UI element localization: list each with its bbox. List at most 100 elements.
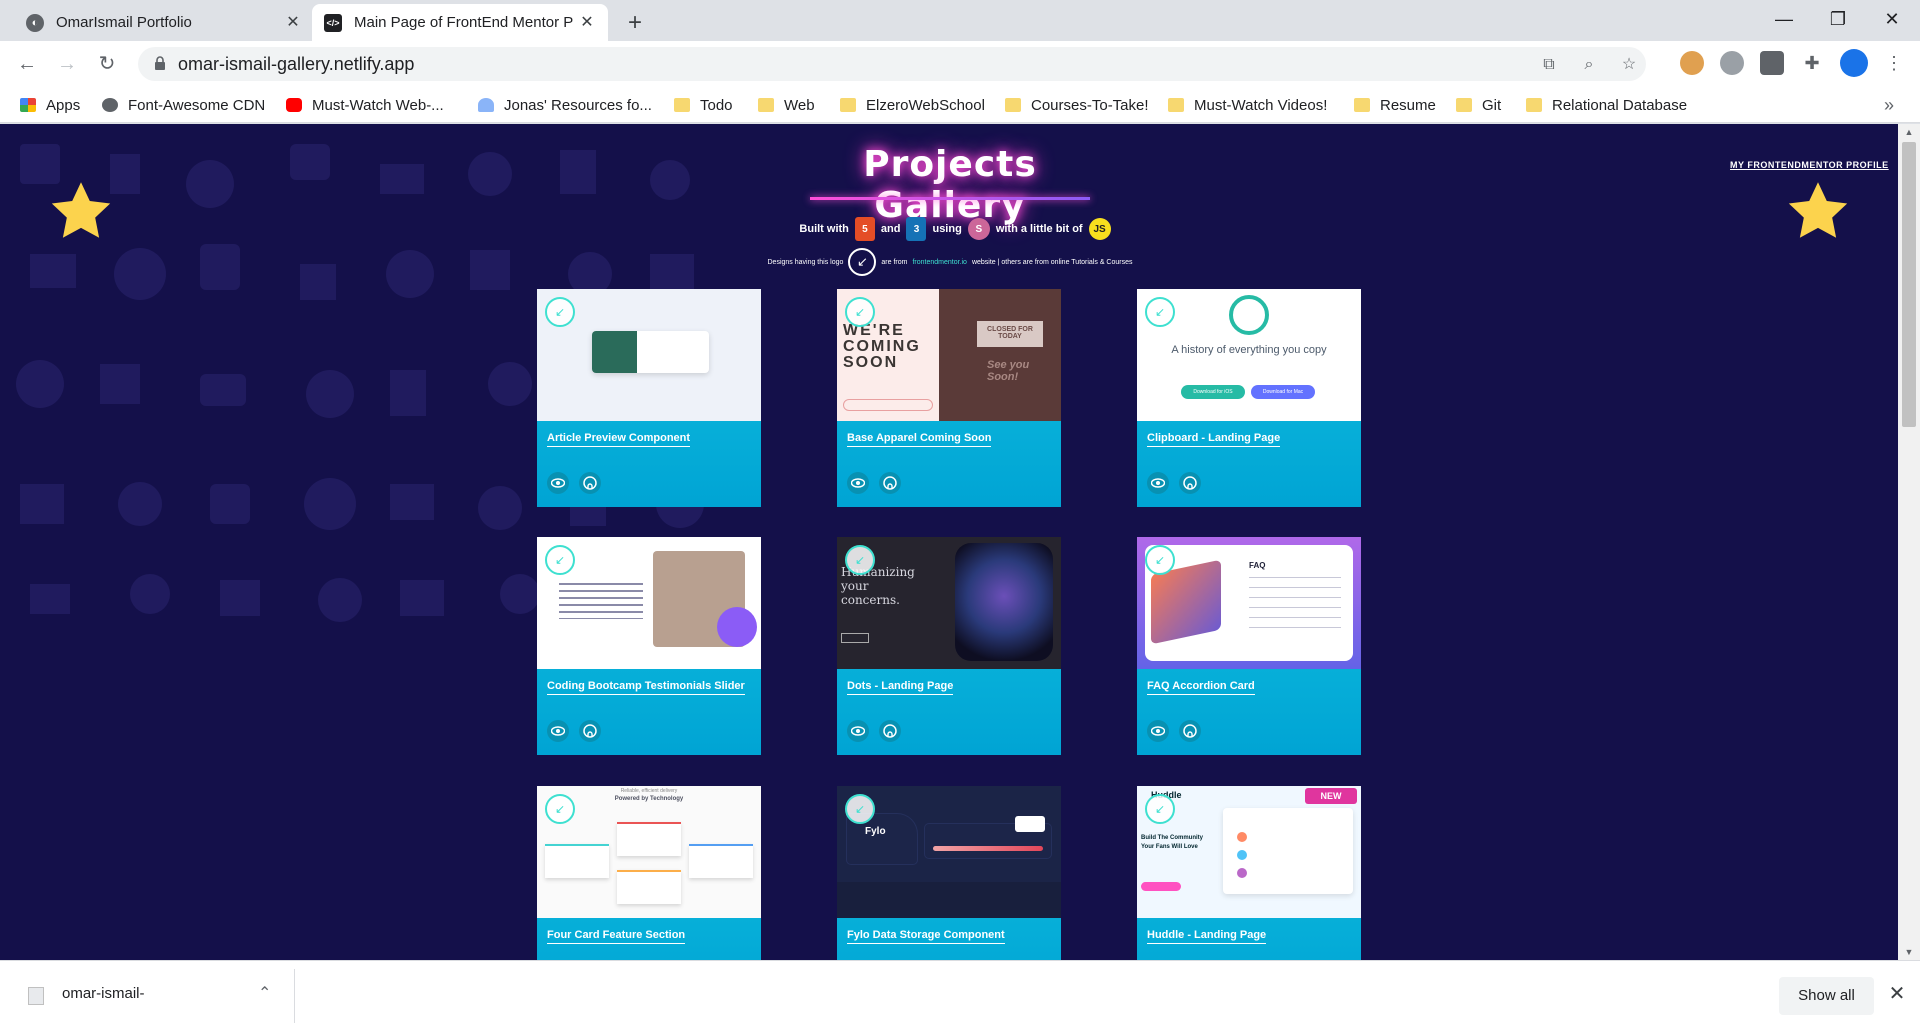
bookmark-relational-db[interactable]: Relational Database [1526,87,1687,123]
bookmark-web[interactable]: Web [758,87,815,123]
scroll-up-arrow-icon[interactable]: ▲ [1898,124,1920,140]
note-text: are from [881,258,908,266]
bookmark-label: Git [1482,96,1502,114]
page-title: Projects Gallery [863,144,1037,226]
vertical-scrollbar[interactable]: ▲ ▼ [1898,124,1920,960]
reload-button[interactable]: ↻ [92,49,122,79]
project-thumbnail[interactable]: Huddle Build The Community Your Fans Wil… [1137,786,1361,918]
scrollbar-thumb[interactable] [1902,142,1916,427]
project-title[interactable]: FAQ Accordion Card [1147,680,1255,695]
project-thumbnail[interactable]: FAQ ↙ [1137,537,1361,669]
project-title[interactable]: Huddle - Landing Page [1147,929,1267,944]
minimize-button[interactable]: — [1757,0,1811,41]
close-window-button[interactable]: ✕ [1865,0,1919,41]
frontendmentor-logo-icon: ↙ [1145,297,1175,327]
dots-button-mock [841,633,869,643]
github-icon[interactable] [579,472,601,494]
bookmark-jonas[interactable]: Jonas' Resources fo... [478,87,652,123]
cookie-extension-icon[interactable] [1680,51,1704,75]
project-title[interactable]: Coding Bootcamp Testimonials Slider [547,680,745,695]
project-card[interactable]: Huddle Build The Community Your Fans Wil… [1137,786,1361,960]
huddle-heading: Build The Community Your Fans Will Love [1141,835,1203,850]
close-tab-icon[interactable]: ✕ [578,14,596,32]
project-card[interactable]: ↙ Coding Bootcamp Testimonials Slider [537,537,761,755]
menu-kebab-icon[interactable]: ⋮ [1882,51,1906,75]
project-thumbnail[interactable]: A history of everything you copy Downloa… [1137,289,1361,421]
fylo-badge [1015,816,1045,832]
bookmarks-overflow-button[interactable]: » [1884,87,1894,123]
close-icon[interactable]: ✕ [1884,979,1910,1009]
frontendmentor-profile-link[interactable]: MY FRONTENDMENTOR PROFILE [1730,160,1889,170]
back-button[interactable]: ← [12,49,42,79]
article-image-mock [592,331,637,373]
bookmark-git[interactable]: Git [1456,87,1501,123]
url-text: omar-ismail-gallery.netlify.app [178,54,415,74]
project-card[interactable]: FAQ ↙ FAQ Accordion Card [1137,537,1361,755]
github-icon[interactable] [879,720,901,742]
live-preview-eye-icon[interactable] [1147,472,1169,494]
bookmark-star-icon[interactable]: ☆ [1618,54,1640,76]
puzzle-extensions-icon[interactable]: ✚ [1800,51,1824,75]
new-tab-button[interactable]: + [620,8,650,38]
project-thumbnail[interactable]: Fylo ↙ [837,786,1061,918]
github-icon[interactable] [879,472,901,494]
zoom-icon[interactable]: ⌕ [1578,54,1600,76]
live-preview-eye-icon[interactable] [1147,720,1169,742]
frontendmentor-logo-icon: ↙ [545,297,575,327]
project-title[interactable]: Dots - Landing Page [847,680,954,695]
project-thumbnail[interactable]: ↙ [537,537,761,669]
github-icon[interactable] [579,720,601,742]
live-preview-eye-icon[interactable] [547,472,569,494]
download-filename[interactable]: omar-ismail- [62,985,145,1002]
project-card[interactable]: A history of everything you copy Downloa… [1137,289,1361,507]
bookmark-font-awesome[interactable]: Font-Awesome CDN [102,87,265,123]
project-card[interactable]: Humanizing your concerns. ↙ Dots - Landi… [837,537,1061,755]
project-thumbnail[interactable]: Reliable, efficient delivery Powered by … [537,786,761,918]
tab-gallery[interactable]: </> Main Page of FrontEnd Mentor P ✕ [312,4,608,41]
project-title[interactable]: Base Apparel Coming Soon [847,432,992,447]
translate-icon[interactable]: ⧉ [1538,54,1560,76]
frontendmentor-link[interactable]: frontendmentor.io [912,259,966,266]
tab-portfolio[interactable]: ◐ OmarIsmail Portfolio ✕ [14,4,314,41]
bookmark-must-watch-videos[interactable]: Must-Watch Videos! [1168,87,1327,123]
bookmark-courses[interactable]: Courses-To-Take! [1005,87,1149,123]
github-icon[interactable] [1179,720,1201,742]
extension-circle-icon[interactable] [1720,51,1744,75]
folder-icon [1456,98,1472,112]
scroll-down-arrow-icon[interactable]: ▼ [1898,944,1920,960]
close-tab-icon[interactable]: ✕ [284,14,302,32]
project-title[interactable]: Article Preview Component [547,432,691,447]
chevron-up-icon[interactable]: ⌃ [258,983,271,1003]
bookmark-must-watch-web[interactable]: Must-Watch Web-... [286,87,444,123]
bookmark-todo[interactable]: Todo [674,87,733,123]
project-title[interactable]: Clipboard - Landing Page [1147,432,1281,447]
project-card[interactable]: CLOSED FOR TODAY See you Soon! WE'RE COM… [837,289,1061,507]
maximize-button[interactable]: ❐ [1811,0,1865,41]
extension-square-icon[interactable] [1760,51,1784,75]
project-card[interactable]: Reliable, efficient delivery Powered by … [537,786,761,960]
live-preview-eye-icon[interactable] [847,472,869,494]
bookmark-elzero[interactable]: ElzeroWebSchool [840,87,985,123]
bookmark-resume[interactable]: Resume [1354,87,1436,123]
github-icon[interactable] [1179,472,1201,494]
project-card[interactable]: Fylo ↙ Fylo Data Storage Component [837,786,1061,960]
live-preview-eye-icon[interactable] [547,720,569,742]
forward-button[interactable]: → [52,49,82,79]
css3-icon: 3 [906,217,927,241]
project-thumbnail[interactable]: Humanizing your concerns. ↙ [837,537,1061,669]
project-title[interactable]: Four Card Feature Section [547,929,686,944]
note-text: website | others are from online Tutoria… [971,258,1133,266]
bookmark-label: Relational Database [1552,96,1688,114]
project-thumbnail[interactable]: CLOSED FOR TODAY See you Soon! WE'RE COM… [837,289,1061,421]
bookmark-label: Font-Awesome CDN [128,96,266,114]
show-all-button[interactable]: Show all [1779,977,1874,1015]
profile-avatar[interactable] [1840,49,1868,77]
address-bar[interactable]: omar-ismail-gallery.netlify.app ⧉ ⌕ ☆ [138,47,1646,81]
project-thumbnail[interactable]: ↙ [537,289,761,421]
project-title[interactable]: Fylo Data Storage Component [847,929,1005,944]
project-card[interactable]: ↙ Article Preview Component [537,289,761,507]
testimonial-blob [717,607,757,647]
live-preview-eye-icon[interactable] [847,720,869,742]
testimonial-text-mock [559,583,643,619]
bookmark-apps[interactable]: Apps [20,87,80,123]
